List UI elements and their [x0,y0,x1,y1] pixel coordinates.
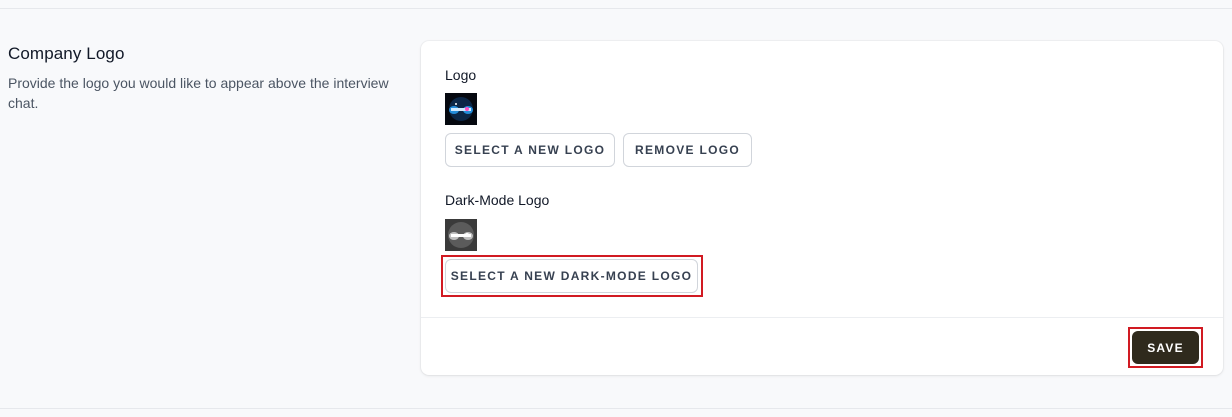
logo-preview-image [445,93,477,125]
dark-mode-logo-preview-image [445,219,477,251]
dark-mode-logo-label: Dark-Mode Logo [445,192,550,208]
save-button[interactable]: SAVE [1132,331,1199,364]
section-title: Company Logo [8,44,125,63]
logo-settings-card: Logo SELECT A NEW LOGO REMOVE LOGO Dark-… [421,41,1223,375]
section-description: Provide the logo you would like to appea… [8,75,389,111]
top-divider [0,8,1232,9]
card-footer-divider [421,317,1223,318]
bottom-divider [0,408,1232,409]
select-new-logo-button[interactable]: SELECT A NEW LOGO [445,133,615,167]
select-new-dark-mode-logo-button[interactable]: SELECT A NEW DARK-MODE LOGO [445,259,698,293]
remove-logo-button[interactable]: REMOVE LOGO [623,133,752,167]
logo-label: Logo [445,67,477,83]
